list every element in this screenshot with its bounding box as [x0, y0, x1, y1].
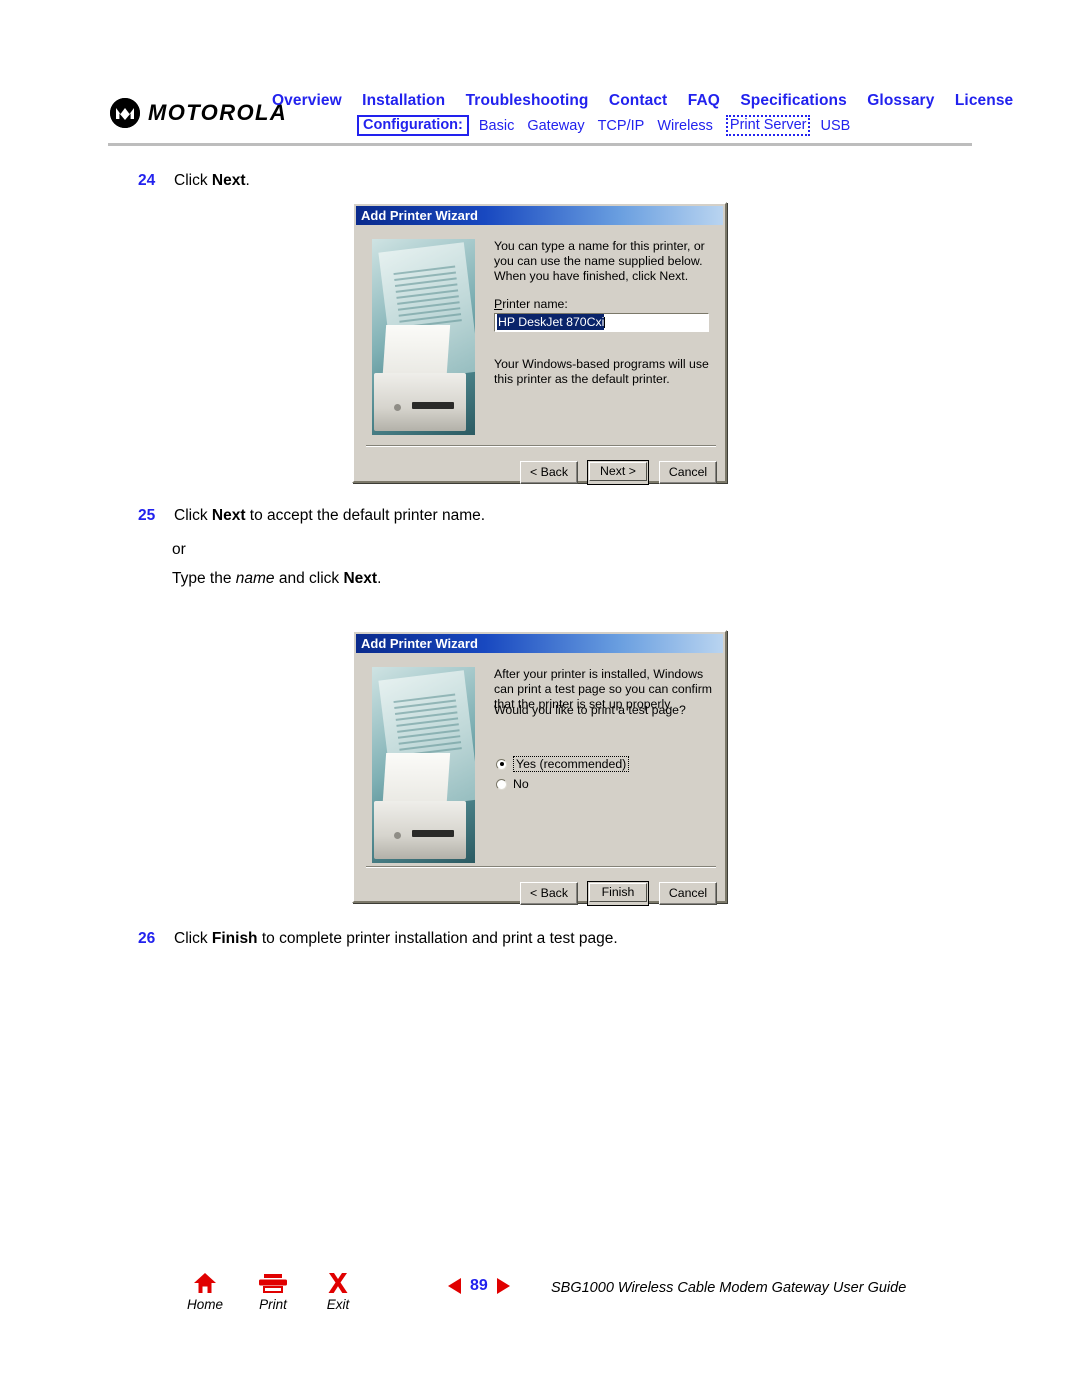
dialog-2-back-button[interactable]: < Back [520, 882, 578, 905]
step-26-text: Click Finish to complete printer install… [174, 930, 618, 947]
right-triangle-icon[interactable] [496, 1278, 510, 1294]
nav-print-server[interactable]: Print Server [725, 115, 811, 136]
nav-faq[interactable]: FAQ [688, 92, 720, 109]
step-25-or: or [172, 541, 186, 558]
nav-installation[interactable]: Installation [362, 92, 445, 109]
step-24-text: Click Next. [174, 172, 250, 189]
step-24: 24 Click Next. [138, 171, 558, 190]
page-number: 89 [470, 1277, 488, 1294]
step-24-number: 24 [138, 172, 156, 189]
dialog-1-separator [366, 445, 716, 447]
dialog-2-separator [366, 866, 716, 868]
footer-print-label: Print [259, 1297, 287, 1312]
radio-yes-indicator[interactable] [496, 758, 507, 770]
nav-gateway[interactable]: Gateway [527, 118, 584, 134]
step-25-text: Click Next to accept the default printer… [174, 507, 486, 524]
nav-configuration-label: Configuration: [357, 115, 469, 136]
nav-glossary[interactable]: Glossary [867, 92, 934, 109]
dialog-2-titlebar: Add Printer Wizard [356, 634, 723, 653]
page-header: MOTOROLA Overview Installation Troublesh… [0, 0, 1080, 152]
nav-contact[interactable]: Contact [609, 92, 667, 109]
dialog-1-paragraph-2: Your Windows-based programs will use thi… [494, 357, 709, 386]
printer-name-label: PPrinter name:rinter name: [494, 297, 568, 311]
dialog-1-paragraph-1: You can type a name for this printer, or… [494, 239, 705, 283]
dialog-2-paragraph-2: Would you like to print a test page? [494, 703, 686, 717]
step-25-number: 25 [138, 507, 156, 524]
nav-wireless[interactable]: Wireless [657, 118, 713, 134]
printer-name-value: HP DeskJet 870Cxi [497, 314, 605, 330]
home-icon [170, 1272, 240, 1296]
left-triangle-icon[interactable] [448, 1278, 461, 1294]
exit-x-icon [303, 1272, 373, 1296]
radio-yes-recommended[interactable]: Yes (recommended) [496, 756, 630, 772]
nav-usb[interactable]: USB [820, 118, 850, 134]
footer-exit-label: Exit [326, 1297, 350, 1312]
step-25-alternative: Type the name and click Next. [172, 570, 382, 587]
dialog-1-titlebar: Add Printer Wizard [356, 206, 723, 225]
dialog-2-finish-button[interactable]: Finish [587, 881, 649, 906]
nav-specifications[interactable]: Specifications [740, 92, 847, 109]
dialog-2-cancel-button[interactable]: Cancel [659, 882, 717, 905]
primary-nav: Overview Installation Troubleshooting Co… [272, 92, 1013, 110]
printer-illustration [372, 239, 475, 435]
nav-troubleshooting[interactable]: Troubleshooting [466, 92, 589, 109]
printer-illustration [372, 667, 475, 863]
nav-license[interactable]: License [955, 92, 1013, 109]
dialog-1-back-button[interactable]: < Back [520, 461, 578, 484]
footer-print-button[interactable]: Print [238, 1272, 308, 1312]
printer-icon [238, 1272, 308, 1296]
dialog-1-cancel-button[interactable]: Cancel [659, 461, 717, 484]
nav-overview[interactable]: Overview [272, 92, 342, 109]
motorola-logo: MOTOROLA [110, 98, 287, 128]
dialog-1-next-button[interactable]: Next > [587, 460, 649, 485]
secondary-nav: Configuration: Basic Gateway TCP/IP Wire… [357, 115, 850, 136]
step-26-number: 26 [138, 930, 156, 947]
pager: 89 [448, 1277, 510, 1295]
add-printer-wizard-dialog-2[interactable]: Add Printer Wizard After your printer is… [352, 630, 727, 906]
footer-exit-button[interactable]: Exit [303, 1272, 373, 1312]
radio-no-label: No [513, 777, 529, 791]
footer-home-label: Home [186, 1297, 223, 1312]
step-26: 26 Click Finish to complete printer inst… [138, 929, 758, 948]
dialog-2-body: After your printer is installed, Windows… [354, 653, 725, 906]
radio-yes-label: Yes (recommended) [513, 756, 630, 772]
motorola-wordmark: MOTOROLA [148, 100, 288, 125]
nav-tcpip[interactable]: TCP/IP [598, 118, 645, 134]
document-title: SBG1000 Wireless Cable Modem Gateway Use… [551, 1280, 907, 1296]
step-25: 25 Click Next to accept the default prin… [138, 506, 658, 525]
radio-no-indicator[interactable] [496, 778, 507, 790]
nav-basic[interactable]: Basic [479, 118, 514, 134]
radio-no[interactable]: No [496, 777, 529, 791]
dialog-1-body: You can type a name for this printer, or… [354, 225, 725, 485]
add-printer-wizard-dialog-1[interactable]: Add Printer Wizard You can type a name f… [352, 202, 727, 485]
motorola-m-logo [110, 98, 140, 128]
header-divider [108, 143, 972, 146]
footer-home-button[interactable]: Home [170, 1272, 240, 1312]
printer-name-input[interactable]: HP DeskJet 870Cxi [494, 313, 709, 332]
